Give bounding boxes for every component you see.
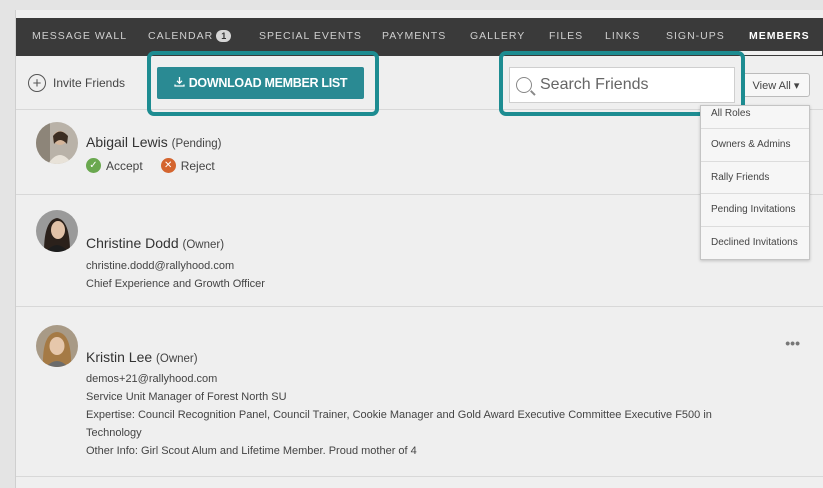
member-row: ••• Kristin Lee (Owner) demos+21@rallyho… — [16, 307, 823, 477]
invite-friends-button[interactable]: + Invite Friends — [28, 74, 125, 92]
accept-button[interactable]: ✓ Accept — [86, 158, 143, 173]
app-frame: MESSAGE WALL CALENDAR 1 SPECIAL EVENTS PA… — [15, 10, 823, 488]
reject-label: Reject — [180, 158, 215, 173]
avatar[interactable] — [36, 325, 78, 367]
member-name[interactable]: Christine Dodd — [86, 235, 179, 251]
member-title: Service Unit Manager of Forest North SU — [86, 391, 287, 403]
avatar[interactable] — [36, 122, 78, 164]
member-role: (Owner) — [182, 239, 225, 251]
reject-button[interactable]: ✕ Reject — [160, 158, 215, 173]
tab-members[interactable]: MEMBERS — [739, 30, 822, 55]
calendar-count-badge: 1 — [216, 30, 232, 42]
menu-item-pending-invitations[interactable]: Pending Invitations — [701, 194, 809, 227]
menu-item-declined-invitations[interactable]: Declined Invitations — [701, 227, 809, 260]
member-role: (Pending) — [171, 138, 222, 150]
menu-item-rally-friends[interactable]: Rally Friends — [701, 162, 809, 194]
close-icon: ✕ — [160, 158, 176, 173]
member-info: demos+21@rallyhood.com Service Unit Mana… — [86, 370, 712, 460]
check-icon: ✓ — [86, 158, 101, 173]
tab-calendar[interactable]: CALENDAR 1 — [148, 30, 232, 42]
invite-friends-label: Invite Friends — [53, 76, 126, 90]
member-expertise: Expertise: Council Recognition Panel, Co… — [86, 409, 712, 421]
tab-sign-ups[interactable]: SIGN-UPS — [666, 30, 725, 42]
download-highlight-box — [147, 51, 379, 116]
member-email[interactable]: demos+21@rallyhood.com — [86, 370, 712, 388]
member-name-line: Christine Dodd (Owner) — [86, 235, 224, 251]
tab-calendar-label: CALENDAR — [148, 30, 214, 42]
member-title: Chief Experience and Growth Officer — [86, 278, 265, 290]
member-name[interactable]: Kristin Lee — [86, 349, 152, 365]
plus-circle-icon: + — [28, 74, 46, 92]
menu-item-all-roles[interactable]: All Roles — [701, 106, 809, 129]
view-all-dropdown[interactable]: View All ▾ — [742, 73, 810, 97]
tab-payments[interactable]: PAYMENTS — [382, 30, 446, 42]
avatar[interactable] — [36, 210, 78, 252]
member-name-line: Kristin Lee (Owner) — [86, 349, 198, 365]
tab-files[interactable]: FILES — [549, 30, 583, 42]
tab-message-wall[interactable]: MESSAGE WALL — [32, 30, 127, 42]
member-role: (Owner) — [156, 353, 198, 365]
invite-actions: ✓ Accept ✕ Reject — [86, 158, 215, 173]
tab-special-events[interactable]: SPECIAL EVENTS — [259, 30, 362, 42]
more-options-button[interactable]: ••• — [785, 335, 800, 351]
member-email[interactable]: christine.dodd@rallyhood.com — [86, 257, 265, 275]
view-all-menu: All Roles Owners & Admins Rally Friends … — [700, 105, 810, 260]
menu-item-owners-admins[interactable]: Owners & Admins — [701, 129, 809, 162]
tab-gallery[interactable]: GALLERY — [470, 30, 525, 42]
member-info: christine.dodd@rallyhood.com Chief Exper… — [86, 257, 265, 293]
member-expertise-continued: Technology — [86, 427, 142, 439]
member-name-line: Abigail Lewis (Pending) — [86, 134, 221, 150]
member-other-info: Other Info: Girl Scout Alum and Lifetime… — [86, 445, 417, 457]
accept-label: Accept — [106, 158, 143, 173]
tab-links[interactable]: LINKS — [605, 30, 640, 42]
member-name[interactable]: Abigail Lewis — [86, 134, 168, 150]
